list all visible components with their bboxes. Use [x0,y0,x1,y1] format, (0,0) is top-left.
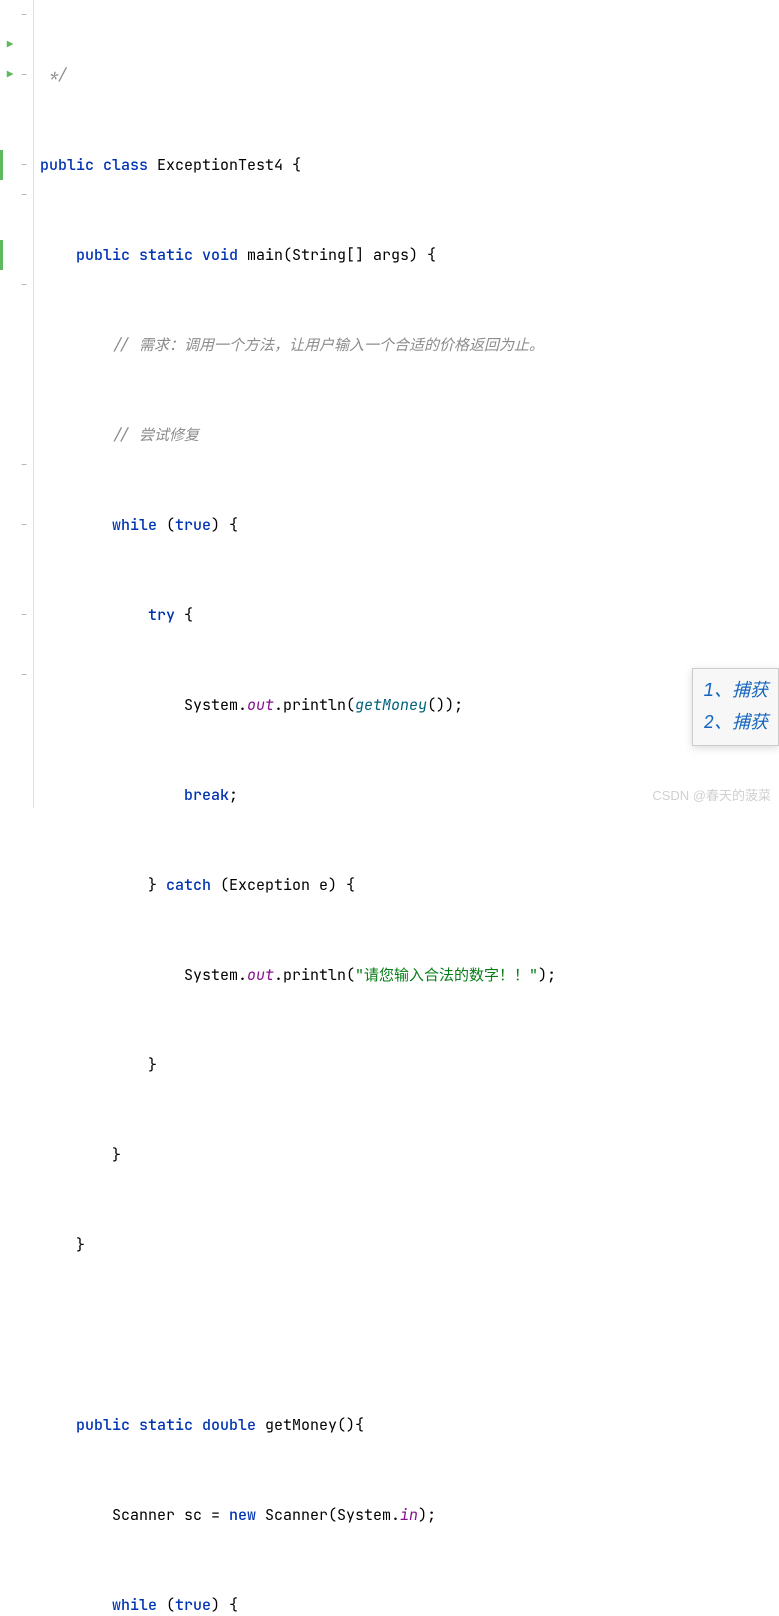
code-line[interactable]: while (true) { [40,510,779,540]
code-line[interactable]: } [40,1140,779,1170]
code-line[interactable]: } [40,1230,779,1260]
code-editor[interactable]: */ public class ExceptionTest4 { public … [40,0,779,1616]
popup-item[interactable]: 2、捕获 [703,707,768,739]
code-line[interactable] [40,1320,779,1350]
run-icon[interactable]: ▶ [4,39,16,51]
collapse-icon[interactable]: – [18,669,30,681]
completion-popup[interactable]: 1、捕获 2、捕获 [692,668,779,746]
collapse-icon[interactable]: – [18,519,30,531]
collapse-icon[interactable]: – [18,459,30,471]
collapse-icon[interactable]: – [18,189,30,201]
watermark-text: CSDN @春天的菠菜 [652,785,771,804]
popup-item[interactable]: 1、捕获 [703,675,768,707]
run-icon[interactable]: ▶ [4,69,16,81]
code-line[interactable]: while (true) { [40,1590,779,1616]
code-line[interactable]: public class ExceptionTest4 { [40,150,779,180]
code-line[interactable]: */ [40,60,779,90]
code-line[interactable]: // 需求：调用一个方法，让用户输入一个合适的价格返回为止。 [40,330,779,360]
code-line[interactable]: System.out.println(getMoney()); [40,690,779,720]
collapse-icon[interactable]: – [18,159,30,171]
code-line[interactable]: public static double getMoney(){ [40,1410,779,1440]
code-line[interactable]: } [40,1050,779,1080]
code-line[interactable]: public static void main(String[] args) { [40,240,779,270]
code-line[interactable]: Scanner sc = new Scanner(System.in); [40,1500,779,1530]
editor-gutter: – ▶ ▶ – – – – – – – – [0,0,34,808]
code-line[interactable]: System.out.println("请您输入合法的数字！！"); [40,960,779,990]
code-line[interactable]: } catch (Exception e) { [40,870,779,900]
code-line[interactable]: try { [40,600,779,630]
collapse-icon[interactable]: – [18,279,30,291]
collapse-icon[interactable]: – [18,69,30,81]
code-line[interactable]: // 尝试修复 [40,420,779,450]
collapse-icon[interactable]: – [18,9,30,21]
collapse-icon[interactable]: – [18,609,30,621]
